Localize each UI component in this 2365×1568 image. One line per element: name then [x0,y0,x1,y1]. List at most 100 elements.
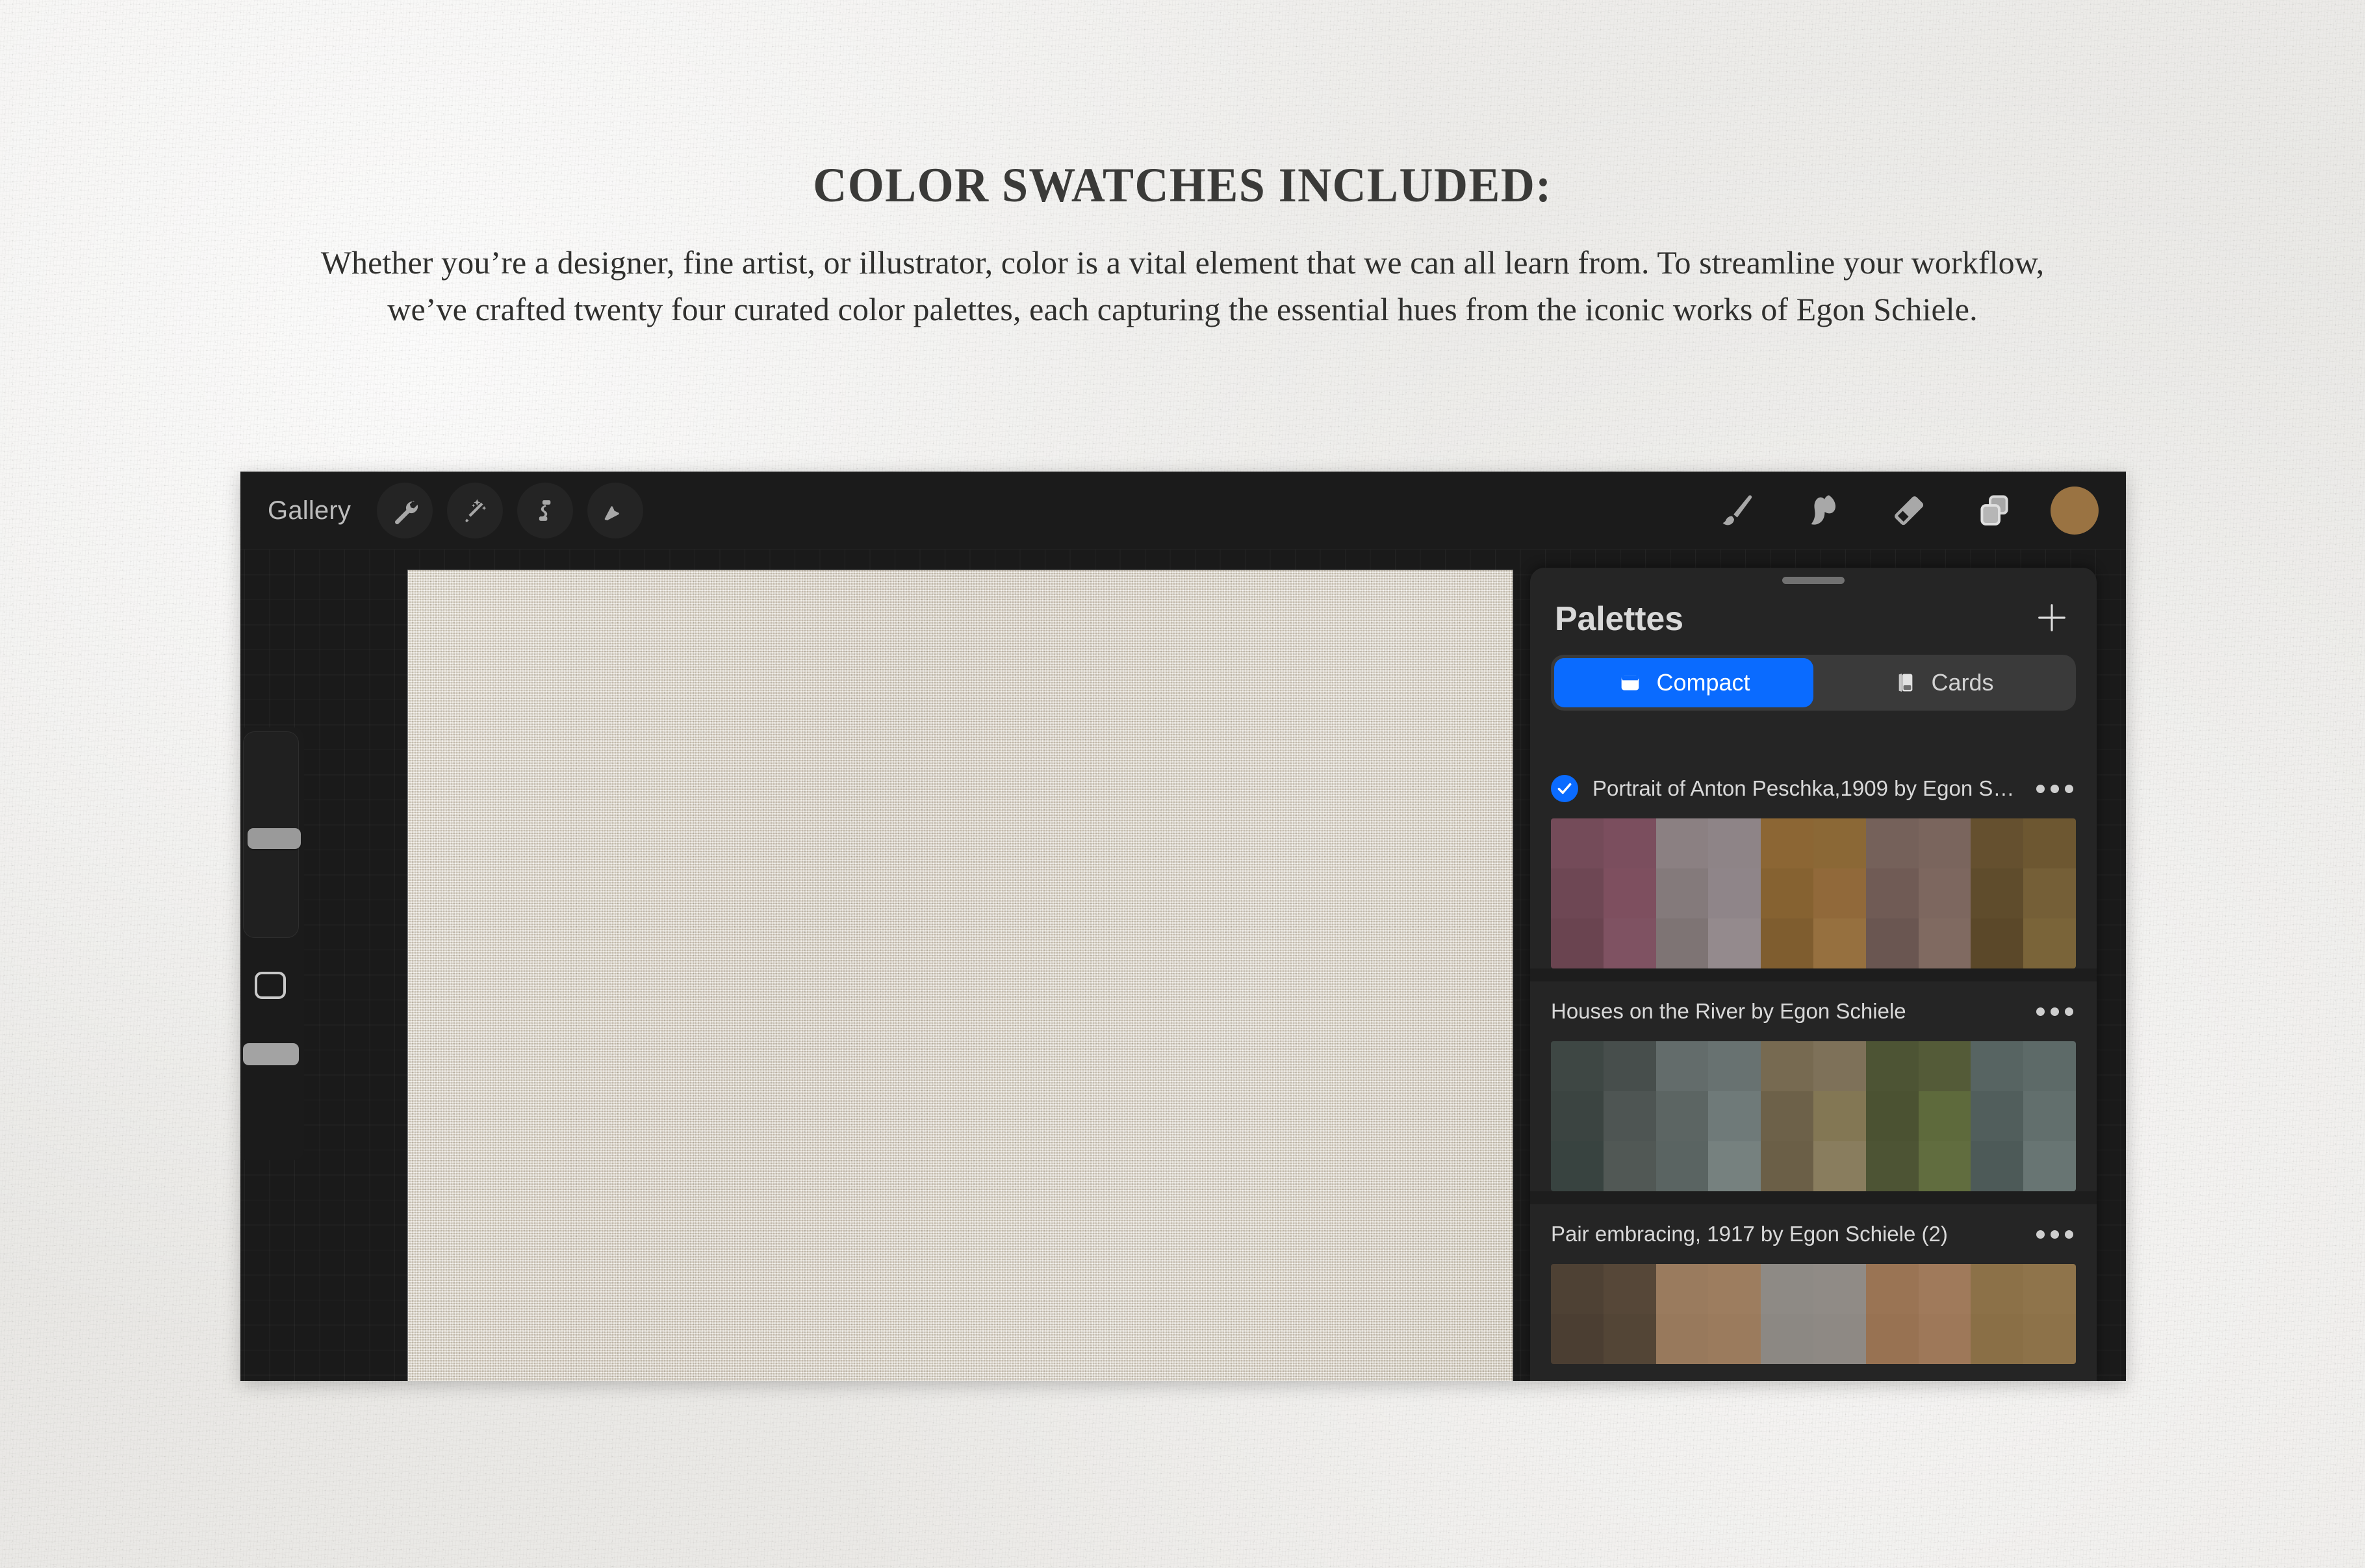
color-swatch[interactable] [2023,818,2076,868]
paintbrush-icon[interactable] [1707,483,1767,538]
color-swatch[interactable] [1656,818,1709,868]
brush-size-slider[interactable] [243,731,299,938]
color-swatch[interactable] [1866,868,1919,918]
color-swatch-button[interactable] [2051,487,2099,535]
color-swatch[interactable] [1551,918,1604,968]
palette-more-options-button[interactable] [2019,1230,2073,1239]
color-swatch[interactable] [2023,1314,2076,1364]
color-swatch[interactable] [1761,868,1813,918]
color-swatch[interactable] [1708,1141,1761,1191]
color-swatch[interactable] [1604,1314,1656,1364]
color-swatch[interactable] [1551,1041,1604,1091]
color-swatch[interactable] [1656,918,1709,968]
color-swatch[interactable] [1761,1091,1813,1141]
color-swatch[interactable] [1761,918,1813,968]
color-swatch[interactable] [1604,1091,1656,1141]
color-swatch[interactable] [1971,1314,2023,1364]
magic-wand-icon[interactable] [447,483,503,538]
gallery-button[interactable]: Gallery [268,496,363,525]
color-swatch[interactable] [1813,1314,1866,1364]
color-swatch[interactable] [1813,1091,1866,1141]
color-swatch[interactable] [1604,818,1656,868]
color-swatch[interactable] [1656,1041,1709,1091]
color-swatch[interactable] [1656,1091,1709,1141]
eraser-icon[interactable] [1879,483,1939,538]
color-swatch[interactable] [1708,818,1761,868]
color-swatch[interactable] [1551,1314,1604,1364]
color-swatch[interactable] [1919,1141,1971,1191]
color-swatch[interactable] [1866,1091,1919,1141]
color-swatch[interactable] [1656,868,1709,918]
palette-row-header[interactable]: Portrait of Anton Peschka,1909 by Egon S… [1530,759,2097,818]
color-swatch[interactable] [1919,1264,1971,1314]
layers-icon[interactable] [1965,483,2025,538]
color-swatch[interactable] [1551,1141,1604,1191]
selection-icon[interactable] [517,483,573,538]
palette-more-options-button[interactable] [2019,1007,2073,1016]
color-swatch[interactable] [1604,1264,1656,1314]
color-swatch[interactable] [1604,918,1656,968]
color-swatch[interactable] [1971,1041,2023,1091]
swatch-grid[interactable] [1551,818,2076,968]
brush-size-slider-thumb[interactable] [248,828,301,849]
color-swatch[interactable] [2023,1041,2076,1091]
color-swatch[interactable] [1813,818,1866,868]
color-swatch[interactable] [1866,1264,1919,1314]
color-swatch[interactable] [1971,1264,2023,1314]
palette-row-header[interactable]: Houses on the River by Egon Schiele [1530,981,2097,1041]
color-swatch[interactable] [1866,818,1919,868]
color-swatch[interactable] [1551,868,1604,918]
color-swatch[interactable] [1551,1264,1604,1314]
tab-compact-view[interactable]: Compact [1554,658,1813,707]
artboard-canvas[interactable] [408,570,1513,1381]
color-swatch[interactable] [1971,818,2023,868]
color-swatch[interactable] [1813,1141,1866,1191]
color-swatch[interactable] [1761,1314,1813,1364]
panel-drag-handle[interactable] [1782,577,1845,584]
color-swatch[interactable] [1708,1041,1761,1091]
color-swatch[interactable] [1656,1314,1709,1364]
color-swatch[interactable] [1813,1264,1866,1314]
color-swatch[interactable] [2023,1091,2076,1141]
color-swatch[interactable] [1708,868,1761,918]
color-swatch[interactable] [1708,1264,1761,1314]
color-swatch[interactable] [1708,918,1761,968]
color-swatch[interactable] [1604,868,1656,918]
color-swatch[interactable] [1919,1091,1971,1141]
color-swatch[interactable] [2023,1264,2076,1314]
color-swatch[interactable] [1813,1041,1866,1091]
palette-row-header[interactable]: Pair embracing, 1917 by Egon Schiele (2) [1530,1204,2097,1264]
color-swatch[interactable] [1866,1314,1919,1364]
color-swatch[interactable] [1813,918,1866,968]
checkmark-icon[interactable] [1551,775,1578,802]
color-swatch[interactable] [1971,1141,2023,1191]
color-swatch[interactable] [1604,1141,1656,1191]
color-swatch[interactable] [1761,818,1813,868]
color-swatch[interactable] [1656,1264,1709,1314]
color-swatch[interactable] [1866,918,1919,968]
color-swatch[interactable] [1551,818,1604,868]
color-swatch[interactable] [1551,1091,1604,1141]
color-swatch[interactable] [1919,1041,1971,1091]
color-swatch[interactable] [2023,1141,2076,1191]
palette-list[interactable]: Portrait of Anton Peschka,1909 by Egon S… [1530,759,2097,1381]
color-swatch[interactable] [1919,1314,1971,1364]
color-swatch[interactable] [1919,818,1971,868]
color-swatch[interactable] [1971,918,2023,968]
color-swatch[interactable] [1866,1141,1919,1191]
color-swatch[interactable] [2023,868,2076,918]
color-swatch[interactable] [1708,1091,1761,1141]
color-swatch[interactable] [1971,868,2023,918]
color-swatch[interactable] [1971,1091,2023,1141]
wrench-icon[interactable] [377,483,433,538]
color-swatch[interactable] [1761,1041,1813,1091]
add-palette-button[interactable] [2033,599,2071,640]
color-swatch[interactable] [2023,918,2076,968]
color-swatch[interactable] [1656,1141,1709,1191]
opacity-slider-thumb[interactable] [243,1043,299,1065]
swatch-grid[interactable] [1551,1264,2076,1364]
color-swatch[interactable] [1604,1041,1656,1091]
swatch-grid[interactable] [1551,1041,2076,1191]
color-swatch[interactable] [1919,918,1971,968]
smudge-icon[interactable] [1793,483,1853,538]
